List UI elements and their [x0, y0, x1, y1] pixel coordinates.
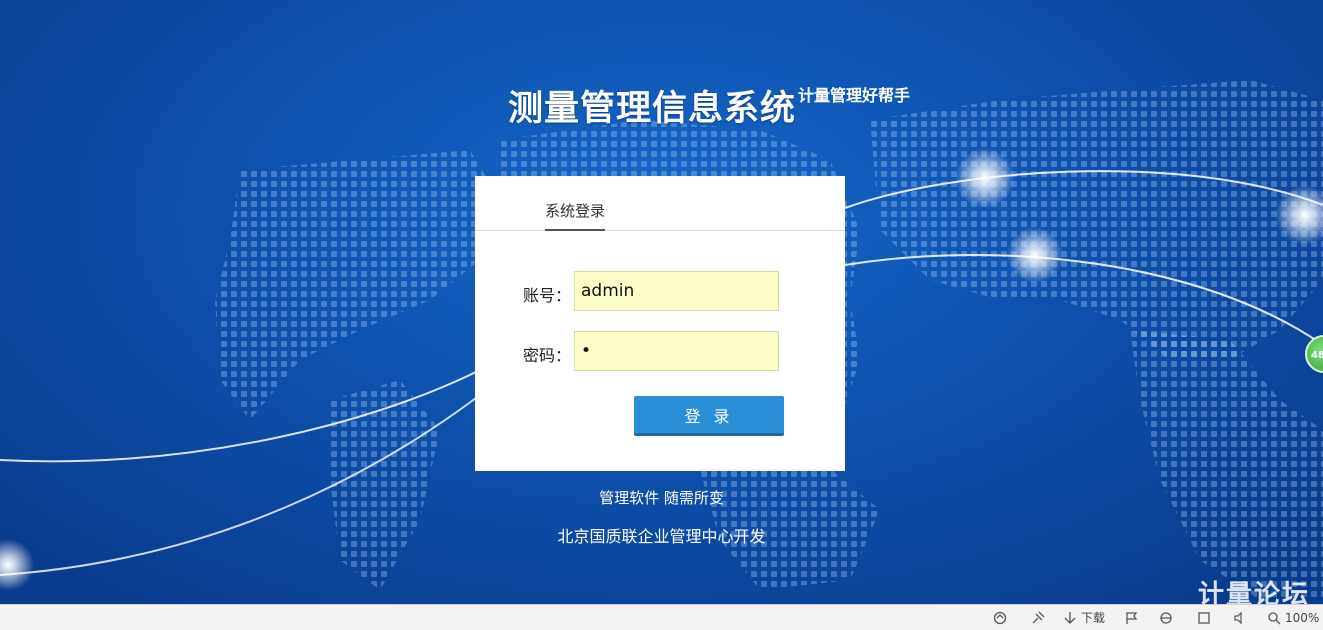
- download-label: 下载: [1081, 611, 1106, 625]
- app-title: 测量管理信息系统: [508, 89, 797, 129]
- login-background: 测量管理信息系统 计量管理好帮手 系统登录 账号： 密码： 登 录 管理软件 随…: [0, 0, 1323, 604]
- slogan-text: 管理软件 随需所变: [599, 489, 724, 507]
- password-label: 密码：: [523, 346, 572, 365]
- app-subtitle: 计量管理好帮手: [798, 86, 911, 105]
- browser-status-bar: 下载 100%: [0, 604, 1323, 630]
- status-refresh-icon[interactable]: [992, 610, 1008, 626]
- tab-system-login[interactable]: 系统登录: [545, 200, 606, 231]
- password-input[interactable]: [574, 331, 779, 371]
- account-input[interactable]: [574, 271, 779, 311]
- status-volume-icon[interactable]: [1232, 610, 1248, 626]
- login-button[interactable]: 登 录: [634, 396, 784, 436]
- status-window-icon[interactable]: [1196, 610, 1212, 626]
- status-flag-icon[interactable]: [1124, 610, 1140, 626]
- download-arrow-icon: [1064, 612, 1076, 624]
- forum-watermark: 计量论坛: [1198, 580, 1311, 604]
- login-panel: 系统登录 账号： 密码： 登 录: [475, 176, 845, 471]
- login-tab-bar: 系统登录: [475, 176, 845, 231]
- developer-credit: 北京国质联企业管理中心开发: [557, 527, 766, 546]
- status-download-button[interactable]: 下载: [1062, 610, 1105, 626]
- zoom-label: 100%: [1285, 611, 1320, 625]
- status-ie-icon[interactable]: [1158, 610, 1174, 626]
- account-label: 账号：: [523, 286, 572, 305]
- status-pin-icon[interactable]: [1030, 610, 1046, 626]
- zoom-search-icon: [1268, 612, 1281, 625]
- status-zoom-button[interactable]: 100%: [1266, 610, 1319, 626]
